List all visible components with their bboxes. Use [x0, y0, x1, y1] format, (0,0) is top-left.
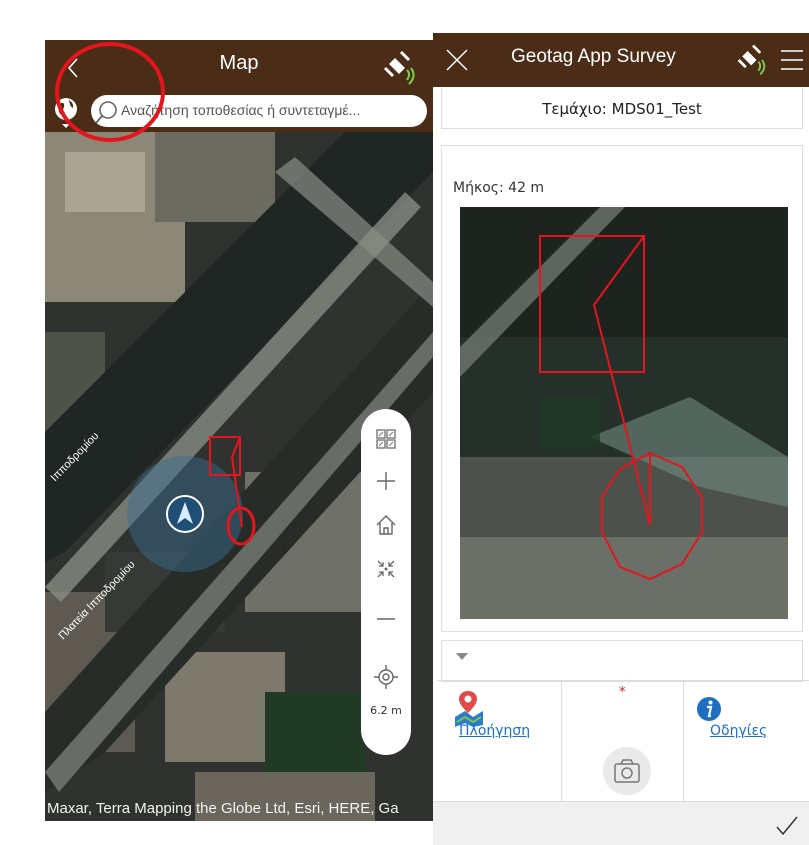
instructions-cell: Οδηγίες — [683, 681, 809, 801]
info-icon — [697, 697, 721, 721]
check-icon — [776, 816, 798, 836]
annotation-circle — [55, 42, 165, 142]
survey-screen: Geotag App Survey Τεμάχιο: MDS01_Test Μή… — [433, 33, 809, 845]
home-button[interactable] — [361, 505, 411, 545]
basemap-icon — [376, 429, 396, 449]
instructions-link[interactable]: Οδηγίες — [710, 723, 767, 739]
action-row: Πλοήγηση * Οδηγίες — [437, 680, 809, 801]
footer-bar — [433, 801, 809, 845]
navigation-cell: Πλοήγηση — [437, 681, 562, 801]
parcel-value: MDS01_Test — [611, 100, 702, 118]
photo-cell: * — [561, 681, 684, 801]
page-title: Geotag App Survey — [511, 46, 676, 67]
survey-header: Geotag App Survey — [433, 33, 809, 87]
close-icon — [446, 49, 468, 71]
home-icon — [376, 515, 396, 535]
parcel-field: Τεμάχιο: MDS01_Test — [441, 88, 803, 129]
parcel-label: Τεμάχιο: — [542, 100, 607, 118]
collapse-arrow-icon — [456, 653, 468, 660]
navigation-arrow-icon — [166, 495, 204, 533]
map-pin-icon — [455, 691, 483, 727]
locate-icon — [374, 665, 398, 689]
length-value: 42 m — [508, 180, 545, 196]
satellite-map[interactable]: Ιπποδρομίου Πλατεία Ιπποδρομίου 6.2 m Ma… — [45, 132, 433, 821]
search-placeholder: Αναζήτηση τοποθεσίας ή συντεταγμέ... — [121, 102, 361, 118]
map-screen: Ιπποδρομίου Πλατεία Ιπποδρομίου 6.2 m Ma… — [45, 40, 433, 821]
close-button[interactable] — [437, 40, 477, 80]
length-label: Μήκος: — [453, 180, 504, 196]
collapse-icon — [377, 560, 395, 578]
submit-button[interactable] — [773, 812, 801, 840]
navigation-link[interactable]: Πλοήγηση — [459, 723, 530, 739]
zoom-in-button[interactable] — [361, 461, 411, 501]
collapse-row[interactable] — [441, 640, 803, 682]
gps-status-button[interactable] — [381, 48, 421, 88]
required-marker: * — [619, 685, 626, 700]
zoom-out-icon — [377, 618, 395, 620]
gps-icon — [383, 50, 415, 85]
scale-label: 6.2 m — [370, 704, 402, 717]
map-toolbar: 6.2 m — [361, 409, 411, 755]
gps-icon — [737, 44, 766, 76]
basemap-button[interactable] — [361, 419, 411, 459]
parcel-map-thumbnail[interactable] — [460, 207, 788, 619]
map-attribution: Maxar, Terra Mapping the Globe Ltd, Esri… — [47, 800, 399, 817]
parcel-text: Τεμάχιο: MDS01_Test — [442, 100, 802, 118]
collapse-extent-button[interactable] — [361, 549, 411, 589]
menu-icon — [781, 50, 803, 70]
zoom-out-button[interactable] — [361, 599, 411, 639]
locate-button[interactable] — [361, 657, 411, 697]
length-text: Μήκος: 42 m — [453, 180, 544, 196]
camera-button[interactable] — [603, 747, 651, 795]
gps-status-button[interactable] — [735, 41, 771, 79]
zoom-in-icon — [377, 472, 395, 490]
parcel-map-imagery — [460, 207, 788, 619]
camera-icon — [614, 759, 640, 783]
menu-button[interactable] — [777, 43, 807, 77]
